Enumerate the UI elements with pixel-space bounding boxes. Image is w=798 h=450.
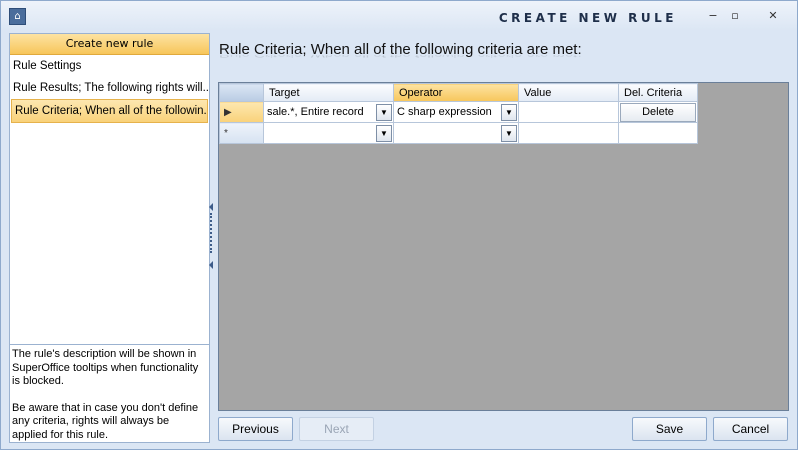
grid-corner[interactable] xyxy=(219,83,264,102)
criteria-grid: Target Operator Value Del. Criteria ▶ sa… xyxy=(218,82,789,411)
collapse-arrow-icon[interactable] xyxy=(209,261,213,269)
chevron-down-icon[interactable]: ▼ xyxy=(501,125,517,142)
sidebar-item-rule-results[interactable]: Rule Results; The following rights will.… xyxy=(10,77,209,99)
minimize-button[interactable]: − xyxy=(706,10,720,22)
grip-icon xyxy=(210,213,214,253)
lock-icon: ⌂ xyxy=(9,8,26,25)
table-header-row: Target Operator Value Del. Criteria xyxy=(219,83,698,102)
delete-text xyxy=(619,123,697,143)
create-rule-window: ⌂ CREATE NEW RULE − ▫ ✕ Create new rule … xyxy=(0,0,798,450)
delete-cell: Delete xyxy=(618,101,698,123)
chevron-down-icon[interactable]: ▼ xyxy=(376,104,392,121)
sidebar-item-rule-criteria[interactable]: Rule Criteria; When all of the followin.… xyxy=(11,99,208,123)
target-cell[interactable]: sale.*, Entire record ▼ xyxy=(263,101,394,123)
value-text xyxy=(519,102,618,122)
criteria-table: Target Operator Value Del. Criteria ▶ sa… xyxy=(219,83,698,144)
collapse-arrow-icon[interactable] xyxy=(209,203,213,211)
target-value: sale.*, Entire record xyxy=(267,106,364,118)
table-row: ▶ sale.*, Entire record ▼ C sharp express… xyxy=(219,101,698,123)
previous-button[interactable]: Previous xyxy=(218,417,293,441)
column-header-value[interactable]: Value xyxy=(518,83,619,102)
row-selector-icon[interactable]: ▶ xyxy=(219,101,264,123)
delete-cell[interactable] xyxy=(618,122,698,144)
close-button[interactable]: ✕ xyxy=(766,10,780,22)
operator-cell[interactable]: ▼ xyxy=(393,122,519,144)
value-text xyxy=(519,123,618,143)
restore-button[interactable]: ▫ xyxy=(728,10,742,22)
save-button[interactable]: Save xyxy=(632,417,707,441)
rule-description-help: The rule's description will be shown in … xyxy=(10,344,209,445)
delete-criteria-button[interactable]: Delete xyxy=(620,102,696,122)
target-cell[interactable]: ▼ xyxy=(263,122,394,144)
value-cell[interactable] xyxy=(518,122,619,144)
operator-cell[interactable]: C sharp expression ▼ xyxy=(393,101,519,123)
title-bar[interactable]: ⌂ CREATE NEW RULE − ▫ ✕ xyxy=(1,1,797,31)
help-text-tooltip: The rule's description will be shown in … xyxy=(12,348,199,387)
next-button[interactable]: Next xyxy=(299,417,374,441)
window-title: CREATE NEW RULE xyxy=(498,11,677,25)
page-title-reflection: Rule Criteria; When all of the following… xyxy=(219,55,582,59)
sidebar-item-rule-settings[interactable]: Rule Settings xyxy=(10,55,209,77)
help-text-criteria: Be aware that in case you don't define a… xyxy=(12,401,199,441)
panel-splitter[interactable] xyxy=(209,33,215,441)
column-header-target[interactable]: Target xyxy=(263,83,394,102)
value-cell[interactable] xyxy=(518,101,619,123)
sidebar-header: Create new rule xyxy=(10,34,209,55)
chevron-down-icon[interactable]: ▼ xyxy=(376,125,392,142)
chevron-down-icon[interactable]: ▼ xyxy=(501,104,517,121)
table-row-new: * ▼ ▼ xyxy=(219,122,698,144)
operator-value: C sharp expression xyxy=(397,106,492,118)
wizard-sidebar: Create new rule Rule Settings Rule Resul… xyxy=(9,33,210,443)
cancel-button[interactable]: Cancel xyxy=(713,417,788,441)
column-header-del-criteria[interactable]: Del. Criteria xyxy=(618,83,698,102)
column-header-operator[interactable]: Operator xyxy=(393,83,519,102)
new-row-icon[interactable]: * xyxy=(219,122,264,144)
